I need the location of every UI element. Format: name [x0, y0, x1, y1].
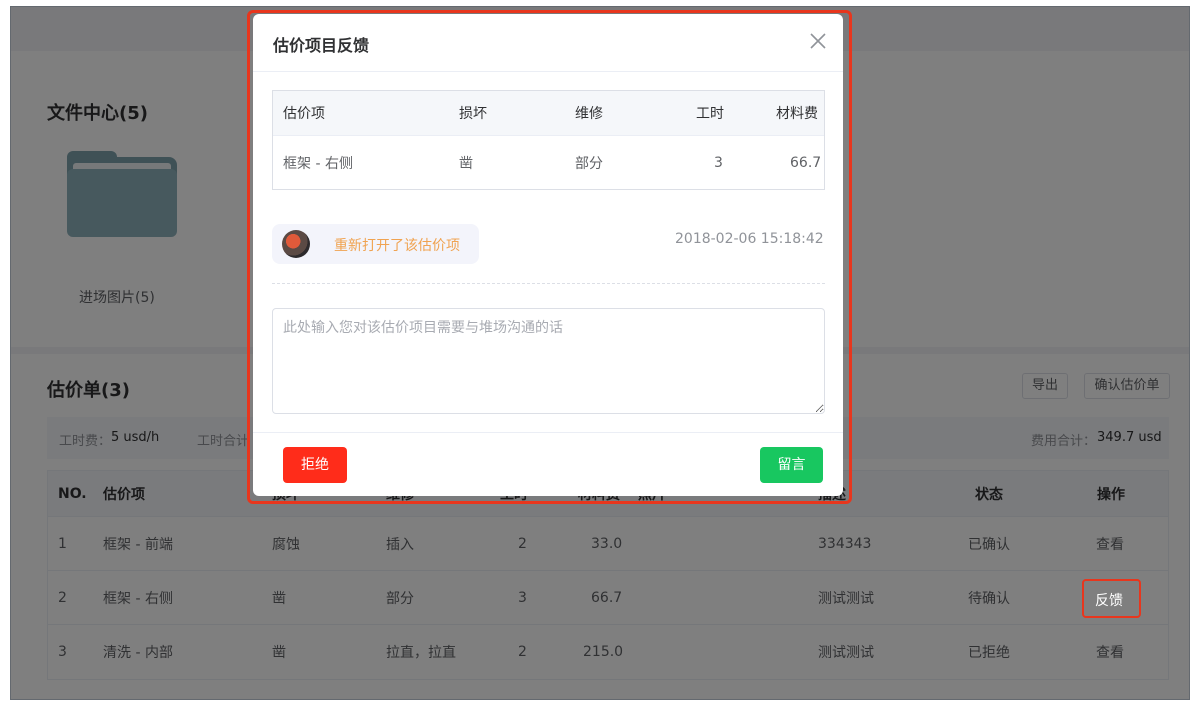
feedback-highlight	[1082, 579, 1141, 618]
dialog-highlight	[247, 10, 852, 504]
